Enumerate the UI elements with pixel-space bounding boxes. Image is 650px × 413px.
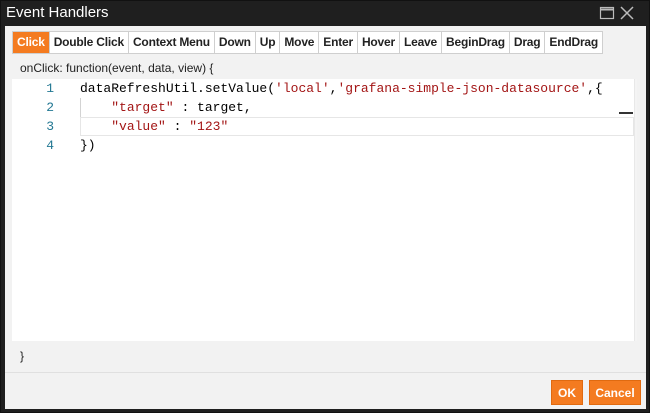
string-token: "value" [111,119,166,134]
tab-enter[interactable]: Enter [319,32,358,53]
tab-leave[interactable]: Leave [400,32,442,53]
line-text: dataRefreshUtil.setValue('local','grafan… [80,79,603,98]
code-token: ,{ [587,81,603,96]
code-line[interactable]: 3 "value" : "123" [12,117,637,136]
dialog-title: Event Handlers [6,4,109,21]
line-text: "target" : target, [80,98,252,117]
tab-click[interactable]: Click [13,32,50,53]
code-editor[interactable]: 1 dataRefreshUtil.setValue('local','grafa… [12,79,637,341]
tab-up[interactable]: Up [256,32,281,53]
maximize-icon[interactable] [599,5,615,21]
code-line[interactable]: 1 dataRefreshUtil.setValue('local','grafa… [12,79,637,98]
cancel-button[interactable]: Cancel [589,380,641,405]
line-text: "value" : "123" [80,117,228,136]
line-number: 1 [46,81,54,96]
string-token: 'local' [275,81,330,96]
event-tabs: Click Double Click Context Menu Down Up Move E… [12,31,604,54]
line-number: 3 [46,119,54,134]
code-token: : [165,119,190,134]
string-token: "target" [111,100,174,115]
code-lines[interactable]: 1 dataRefreshUtil.setValue('local','grafa… [12,79,637,155]
overview-ruler-mark [619,112,633,114]
event-handlers-dialog: Event Handlers Click Double Click Context … [0,0,650,413]
code-token: dataRefreshUtil.setValue( [80,81,276,96]
tab-move[interactable]: Move [280,32,320,53]
tab-enddrag[interactable]: EndDrag [545,32,602,53]
code-line[interactable]: 2 "target" : target, [12,98,637,117]
code-token: }) [80,138,96,153]
dialog-body: Click Double Click Context Menu Down Up Move E… [5,26,646,409]
code-token: : target, [173,100,252,115]
editor-scrollbar[interactable] [634,79,637,341]
line-number: 2 [46,100,54,115]
tab-double-click[interactable]: Double Click [50,32,129,53]
line-number: 4 [46,138,54,153]
closing-brace: } [20,349,25,363]
function-signature: onClick: function(event, data, view) { [20,61,214,75]
string-token: "123" [189,119,229,134]
title-bar[interactable]: Event Handlers [1,1,649,25]
string-token: 'grafana-simple-json-datasource' [337,81,588,96]
footer-divider [5,372,646,373]
tab-drag[interactable]: Drag [510,32,546,53]
tab-begindrag[interactable]: BeginDrag [442,32,510,53]
tab-down[interactable]: Down [215,32,256,53]
tab-context-menu[interactable]: Context Menu [129,32,215,53]
tab-hover[interactable]: Hover [358,32,400,53]
line-text: }) [80,136,96,155]
close-icon[interactable] [619,5,635,21]
ok-button[interactable]: OK [551,380,583,405]
code-line[interactable]: 4}) [12,136,637,155]
